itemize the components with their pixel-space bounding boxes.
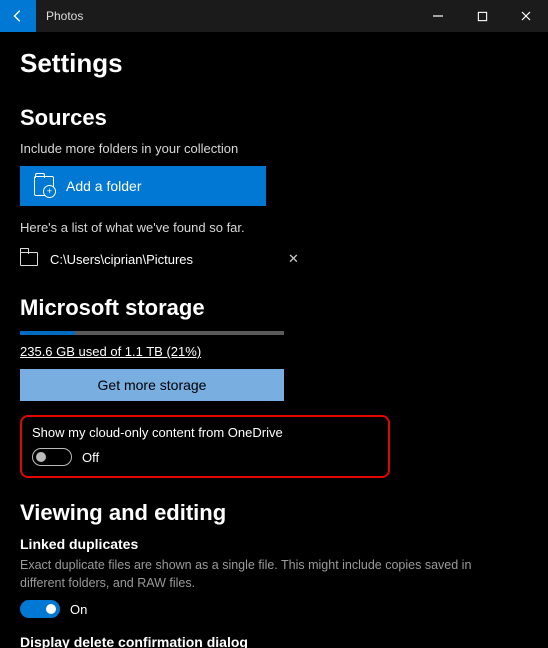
folder-path: C:\Users\ciprian\Pictures bbox=[50, 252, 250, 267]
delete-confirmation-setting: Display delete confirmation dialog Show … bbox=[20, 634, 528, 648]
settings-content: Settings Sources Include more folders in… bbox=[0, 32, 548, 648]
add-folder-button[interactable]: Add a folder bbox=[20, 166, 266, 206]
arrow-left-icon bbox=[11, 9, 25, 23]
storage-heading: Microsoft storage bbox=[20, 295, 528, 321]
storage-bar bbox=[20, 331, 284, 335]
sources-found-text: Here's a list of what we've found so far… bbox=[20, 220, 528, 235]
close-icon bbox=[520, 10, 532, 22]
linked-duplicates-toggle[interactable] bbox=[20, 600, 60, 618]
viewing-heading: Viewing and editing bbox=[20, 500, 528, 526]
maximize-button[interactable] bbox=[460, 0, 504, 32]
sources-include-text: Include more folders in your collection bbox=[20, 141, 528, 156]
storage-used-link[interactable]: 235.6 GB used of 1.1 TB (21%) bbox=[20, 344, 201, 359]
titlebar: Photos bbox=[0, 0, 548, 32]
app-title: Photos bbox=[36, 0, 83, 32]
minimize-button[interactable] bbox=[416, 0, 460, 32]
cloud-only-label: Show my cloud-only content from OneDrive bbox=[32, 425, 376, 440]
linked-duplicates-toggle-row: On bbox=[20, 600, 528, 618]
folder-row: C:\Users\ciprian\Pictures ✕ bbox=[20, 245, 528, 273]
folder-add-icon bbox=[34, 176, 54, 196]
sources-heading: Sources bbox=[20, 105, 528, 131]
get-more-storage-button[interactable]: Get more storage bbox=[20, 369, 284, 401]
delete-confirmation-heading: Display delete confirmation dialog bbox=[20, 634, 528, 648]
back-button[interactable] bbox=[0, 0, 36, 32]
cloud-only-setting-highlight: Show my cloud-only content from OneDrive… bbox=[20, 415, 390, 478]
linked-duplicates-setting: Linked duplicates Exact duplicate files … bbox=[20, 536, 528, 618]
cloud-only-toggle[interactable] bbox=[32, 448, 72, 466]
linked-duplicates-desc: Exact duplicate files are shown as a sin… bbox=[20, 556, 500, 592]
cloud-only-state: Off bbox=[82, 450, 99, 465]
add-folder-label: Add a folder bbox=[66, 178, 142, 194]
close-button[interactable] bbox=[504, 0, 548, 32]
cloud-only-toggle-row: Off bbox=[32, 448, 376, 466]
folder-icon bbox=[20, 252, 38, 266]
linked-duplicates-state: On bbox=[70, 602, 87, 617]
linked-duplicates-heading: Linked duplicates bbox=[20, 536, 528, 552]
page-title: Settings bbox=[20, 48, 528, 79]
storage-bar-fill bbox=[20, 331, 75, 335]
maximize-icon bbox=[477, 11, 488, 22]
minimize-icon bbox=[432, 10, 444, 22]
remove-folder-button[interactable]: ✕ bbox=[288, 251, 299, 267]
